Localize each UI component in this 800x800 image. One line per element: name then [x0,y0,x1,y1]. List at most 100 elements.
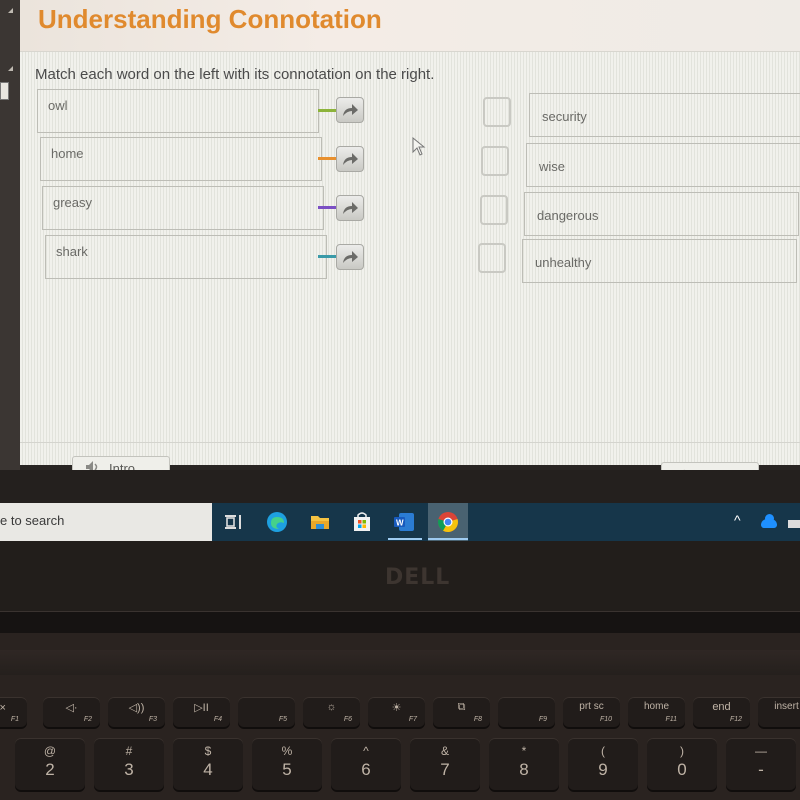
key-shift-label: * [521,744,527,758]
function-key-f5[interactable]: F5 [238,697,295,727]
connector-line [318,157,338,160]
folder-icon[interactable] [307,509,333,535]
key-fn-label: F3 [148,716,157,723]
number-key-5[interactable]: % 5 [252,738,322,790]
key-number-label: 9 [598,760,608,779]
key-fn-label: F7 [408,716,417,723]
function-key-f2[interactable]: ◁· F2 [43,697,100,727]
dell-logo: DELL [385,565,451,590]
number-key-0[interactable]: ) 0 [647,738,717,790]
chrome-open-indicator [428,538,468,540]
key-symbol: ◁· [65,702,78,714]
tray-icon[interactable] [788,520,800,528]
screen: Understanding Connotation Match each wor… [0,0,800,500]
match-arrow-button[interactable] [336,97,364,123]
function-key-f10[interactable]: prt sc F10 [563,697,620,727]
edge-icon[interactable] [264,509,290,535]
word-open-indicator [388,538,422,540]
key-shift-label: ( [601,744,605,758]
title-band: Understanding Connotation [20,0,800,52]
number-key-4[interactable]: $4 [173,738,243,790]
connotation-unhealthy[interactable]: unhealthy [522,239,797,283]
drop-target[interactable] [480,195,508,225]
function-key-f11[interactable]: home F11 [628,697,685,727]
connector-line [318,255,338,258]
key-fn-label: F9 [538,716,547,723]
key-number-label: 2 [45,760,55,779]
key-symbol: ◁)) [128,702,145,714]
rail-arrow-icon[interactable] [8,66,13,71]
key-symbol: ☀ [391,702,402,714]
function-key-f8[interactable]: ⧉ F8 [433,697,490,727]
function-key-f4[interactable]: ▷II F4 [173,697,230,727]
instruction-text: Match each word on the left with its con… [35,66,435,83]
function-key-f1[interactable]: ◁× F1 [0,697,27,727]
connotation-dangerous[interactable]: dangerous [524,192,799,236]
word-label: greasy [53,195,93,210]
task-view-icon[interactable] [220,509,246,535]
word-icon[interactable]: W [391,509,417,535]
number-key-7[interactable]: & 7 [410,738,480,790]
drop-target[interactable] [483,97,511,127]
function-key-insert[interactable]: insert [758,697,800,727]
connotation-label: wise [539,159,566,174]
key-number-label: 3 [124,760,134,779]
lesson-page: Understanding Connotation Match each wor… [20,0,800,486]
key-shift-label: # [125,744,133,758]
key-symbol: ◁× [0,702,6,714]
key-fn-label: F12 [729,716,742,723]
function-key-f7[interactable]: ☀ F7 [368,697,425,727]
number-key-8[interactable]: * 8 [489,738,559,790]
drop-target[interactable] [478,243,506,273]
divider [20,442,800,443]
key-number-label: 5 [282,760,292,779]
key-shift-label: $ [204,744,212,758]
left-rail [0,0,20,470]
connotation-security[interactable]: security [529,93,800,137]
key-number-label: 7 [440,760,450,779]
match-arrow-button[interactable] [336,195,364,221]
connotation-label: unhealthy [535,255,592,270]
number-key-3[interactable]: #3 [94,738,164,790]
key-shift-label: & [440,744,449,758]
key-number-label: 8 [519,760,529,779]
number-key-6[interactable]: ^ 6 [331,738,401,790]
word-item-shark[interactable]: shark [45,235,327,279]
match-arrow-button[interactable] [336,146,364,172]
function-key-f12[interactable]: end F12 [693,697,750,727]
key-shift-label: ) [680,744,684,758]
hinge [0,611,800,633]
number-key-2[interactable]: @2 [15,738,85,790]
chrome-icon[interactable] [435,509,461,535]
key-fn-label: F8 [473,716,482,723]
match-arrow-button[interactable] [336,244,364,270]
key-fn-label: F5 [278,716,287,723]
taskbar-search[interactable]: e to search [0,503,212,541]
drop-target[interactable] [481,146,509,176]
word-label: home [51,146,84,161]
photo-of-laptop: Understanding Connotation Match each wor… [0,0,800,800]
document-icon[interactable] [0,82,9,100]
word-item-home[interactable]: home [40,137,322,181]
connector-line [318,109,338,112]
word-item-owl[interactable]: owl [37,89,319,133]
word-item-greasy[interactable]: greasy [42,186,324,230]
connotation-label: security [542,109,587,124]
function-key-f9[interactable]: F9 [498,697,555,727]
key-fn-label: F4 [213,716,222,723]
word-label: shark [56,244,88,259]
onedrive-cloud-icon[interactable] [761,514,777,528]
number-key--[interactable]: — - [726,738,796,790]
key-shift-label: % [281,744,293,758]
mouse-cursor-icon [412,137,426,156]
key-fn-label: F11 [665,716,677,723]
tray-chevron-icon[interactable]: ^ [734,512,741,528]
connotation-wise[interactable]: wise [526,143,800,187]
function-key-f3[interactable]: ◁)) F3 [108,697,165,727]
rail-arrow-icon[interactable] [8,8,13,13]
key-symbol: home [643,701,669,712]
function-key-f6[interactable]: ☼ F6 [303,697,360,727]
store-icon[interactable] [349,509,375,535]
key-fn-label: F6 [343,716,352,723]
number-key-9[interactable]: (9 [568,738,638,790]
